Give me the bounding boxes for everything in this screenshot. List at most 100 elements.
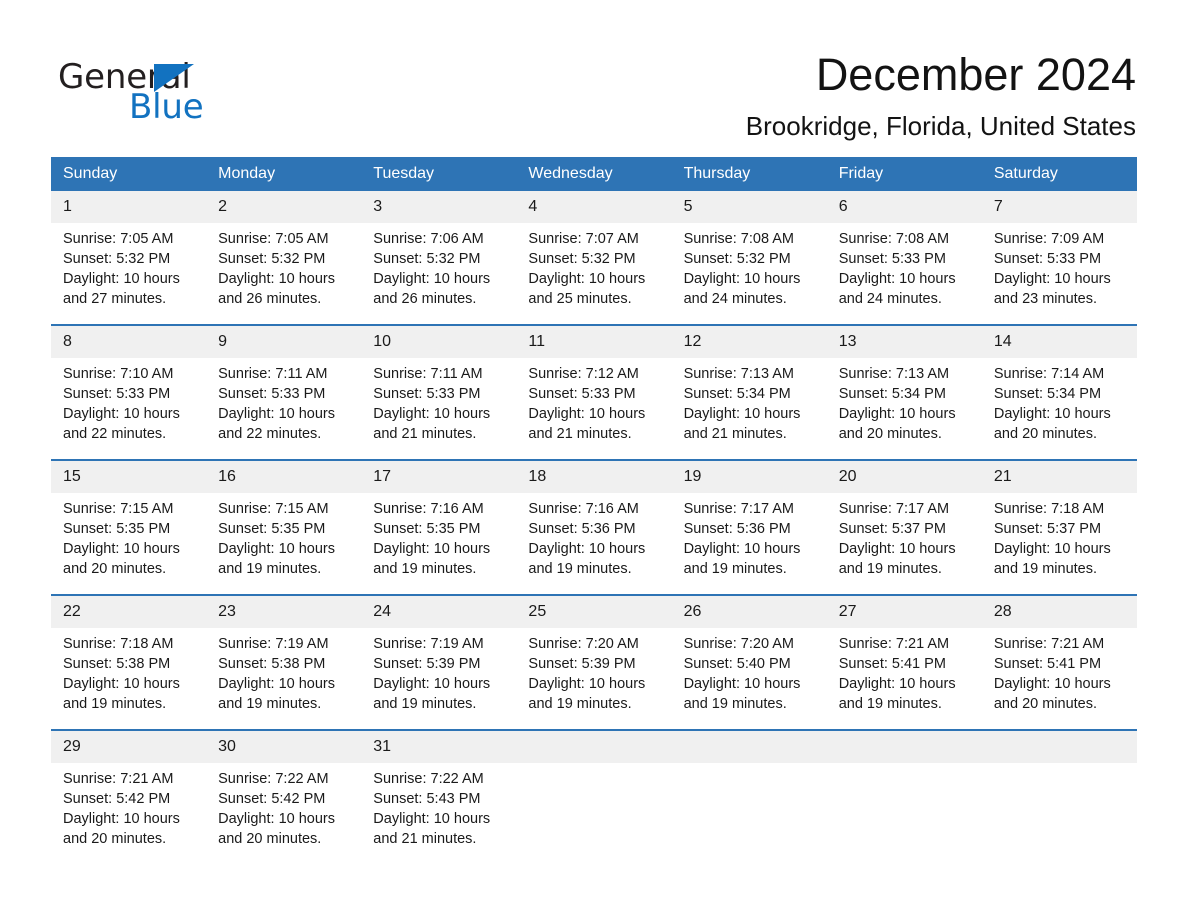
day-number: 21 (981, 461, 1137, 493)
calendar-day-cell[interactable]: 23 Sunrise: 7:19 AM Sunset: 5:38 PM Dayligh… (206, 594, 362, 730)
calendar-day-cell[interactable]: 16 Sunrise: 7:15 AM Sunset: 5:35 PM Dayligh… (206, 459, 362, 595)
sunset-text: Sunset: 5:35 PM (218, 521, 326, 537)
daylight-text: Daylight: 10 hours and 19 minutes. (683, 541, 801, 577)
calendar-day-cell[interactable]: 6 Sunrise: 7:08 AM Sunset: 5:33 PM Daylight… (826, 191, 982, 325)
day-number: 2 (206, 191, 362, 223)
sunset-text: Sunset: 5:33 PM (993, 251, 1102, 267)
sunrise-text: Sunrise: 7:09 AM (993, 231, 1105, 247)
sunrise-text: Sunrise: 7:05 AM (218, 231, 329, 247)
day-number: 19 (671, 461, 827, 493)
calendar-day-cell[interactable]: 5 Sunrise: 7:08 AM Sunset: 5:32 PM Daylight… (671, 191, 827, 325)
day-number: 26 (671, 596, 827, 628)
sunrise-text: Sunrise: 7:12 AM (528, 366, 639, 382)
daylight-text: Daylight: 10 hours and 19 minutes. (838, 676, 956, 712)
calendar-day-cell[interactable]: 22 Sunrise: 7:18 AM Sunset: 5:38 PM Dayligh… (51, 594, 207, 730)
page-header: General Blue December 2024 Brookridge, F… (0, 0, 1188, 152)
day-number (826, 731, 982, 763)
sunset-text: Sunset: 5:34 PM (993, 386, 1102, 402)
daylight-text: Daylight: 10 hours and 19 minutes. (528, 541, 646, 577)
weekday-header-wednesday: Wednesday (516, 157, 672, 191)
calendar-day-cell[interactable]: 7 Sunrise: 7:09 AM Sunset: 5:33 PM Daylight… (981, 191, 1137, 325)
sunset-text: Sunset: 5:41 PM (993, 656, 1102, 672)
calendar-day-cell[interactable]: 12 Sunrise: 7:13 AM Sunset: 5:34 PM Dayligh… (671, 324, 827, 460)
calendar-container: Sunday Monday Tuesday Wednesday Thursday… (51, 157, 1137, 847)
day-number: 10 (361, 326, 517, 358)
calendar-day-cell[interactable]: 21 Sunrise: 7:18 AM Sunset: 5:37 PM Dayligh… (981, 459, 1137, 595)
daylight-text: Daylight: 10 hours and 26 minutes. (373, 271, 491, 307)
calendar-day-cell[interactable]: 30 Sunrise: 7:22 AM Sunset: 5:42 PM Dayligh… (206, 729, 362, 847)
calendar-table: Sunday Monday Tuesday Wednesday Thursday… (51, 157, 1137, 847)
calendar-day-cell[interactable]: 31 Sunrise: 7:22 AM Sunset: 5:43 PM Dayligh… (361, 729, 517, 847)
page-title: December 2024 (815, 49, 1136, 100)
daylight-text: Daylight: 10 hours and 20 minutes. (218, 811, 336, 847)
calendar-day-cell[interactable]: 26 Sunrise: 7:20 AM Sunset: 5:40 PM Dayligh… (671, 594, 827, 730)
day-number: 14 (981, 326, 1137, 358)
day-number: 5 (671, 191, 827, 223)
daylight-text: Daylight: 10 hours and 21 minutes. (373, 811, 491, 847)
sunrise-text: Sunrise: 7:22 AM (373, 771, 484, 787)
weekday-header-saturday: Saturday (981, 157, 1137, 191)
daylight-text: Daylight: 10 hours and 26 minutes. (218, 271, 336, 307)
sunrise-text: Sunrise: 7:10 AM (63, 366, 174, 382)
calendar-day-cell[interactable]: 2 Sunrise: 7:05 AM Sunset: 5:32 PM Daylight… (206, 191, 362, 325)
day-number: 1 (51, 191, 207, 223)
daylight-text: Daylight: 10 hours and 22 minutes. (63, 406, 180, 442)
calendar-day-cell[interactable]: 10 Sunrise: 7:11 AM Sunset: 5:33 PM Dayligh… (361, 324, 517, 460)
daylight-text: Daylight: 10 hours and 20 minutes. (63, 541, 180, 577)
calendar-week-row: 22 Sunrise: 7:18 AM Sunset: 5:38 PM Dayligh… (51, 594, 1137, 730)
sunset-text: Sunset: 5:35 PM (373, 521, 481, 537)
sunset-text: Sunset: 5:33 PM (838, 251, 946, 267)
sunset-text: Sunset: 5:36 PM (528, 521, 636, 537)
calendar-day-cell[interactable]: 18 Sunrise: 7:16 AM Sunset: 5:36 PM Dayligh… (516, 459, 672, 595)
sunset-text: Sunset: 5:32 PM (373, 251, 481, 267)
calendar-week-row: 1 Sunrise: 7:05 AM Sunset: 5:32 PM Daylight… (51, 191, 1137, 325)
sunset-text: Sunset: 5:32 PM (63, 251, 171, 267)
daylight-text: Daylight: 10 hours and 21 minutes. (683, 406, 801, 442)
calendar-day-cell[interactable]: 20 Sunrise: 7:17 AM Sunset: 5:37 PM Dayligh… (826, 459, 982, 595)
day-number: 6 (826, 191, 982, 223)
calendar-day-cell[interactable]: 15 Sunrise: 7:15 AM Sunset: 5:35 PM Dayligh… (51, 459, 207, 595)
calendar-week-row: 29 Sunrise: 7:21 AM Sunset: 5:42 PM Dayligh… (51, 729, 1137, 847)
sunrise-text: Sunrise: 7:18 AM (63, 636, 174, 652)
day-number: 9 (206, 326, 362, 358)
calendar-day-cell[interactable]: 3 Sunrise: 7:06 AM Sunset: 5:32 PM Daylight… (361, 191, 517, 325)
sunrise-text: Sunrise: 7:14 AM (993, 366, 1105, 382)
calendar-day-cell[interactable]: 29 Sunrise: 7:21 AM Sunset: 5:42 PM Dayligh… (51, 729, 207, 847)
daylight-text: Daylight: 10 hours and 19 minutes. (993, 541, 1111, 577)
sunrise-text: Sunrise: 7:08 AM (838, 231, 950, 247)
calendar-day-cell[interactable]: 19 Sunrise: 7:17 AM Sunset: 5:36 PM Dayligh… (671, 459, 827, 595)
calendar-day-cell-empty (516, 729, 672, 846)
weekday-header-thursday: Thursday (671, 157, 827, 191)
sunrise-text: Sunrise: 7:15 AM (63, 501, 174, 517)
calendar-day-cell[interactable]: 9 Sunrise: 7:11 AM Sunset: 5:33 PM Daylight… (206, 324, 362, 460)
calendar-day-cell[interactable]: 25 Sunrise: 7:20 AM Sunset: 5:39 PM Dayligh… (516, 594, 672, 730)
calendar-day-cell[interactable]: 1 Sunrise: 7:05 AM Sunset: 5:32 PM Daylight… (51, 191, 207, 325)
sunset-text: Sunset: 5:32 PM (218, 251, 326, 267)
calendar-day-cell[interactable]: 13 Sunrise: 7:13 AM Sunset: 5:34 PM Dayligh… (826, 324, 982, 460)
sunset-text: Sunset: 5:34 PM (683, 386, 791, 402)
sunrise-text: Sunrise: 7:13 AM (683, 366, 794, 382)
sunrise-text: Sunrise: 7:19 AM (373, 636, 484, 652)
calendar-day-cell[interactable]: 14 Sunrise: 7:14 AM Sunset: 5:34 PM Dayligh… (981, 324, 1137, 460)
calendar-day-cell[interactable]: 17 Sunrise: 7:16 AM Sunset: 5:35 PM Dayligh… (361, 459, 517, 595)
sunrise-text: Sunrise: 7:15 AM (218, 501, 329, 517)
daylight-text: Daylight: 10 hours and 19 minutes. (373, 541, 491, 577)
weekday-header-monday: Monday (206, 157, 362, 191)
calendar-week-row: 8 Sunrise: 7:10 AM Sunset: 5:33 PM Daylight… (51, 324, 1137, 460)
calendar-day-cell[interactable]: 28 Sunrise: 7:21 AM Sunset: 5:41 PM Dayligh… (981, 594, 1137, 730)
title-block: December 2024 Brookridge, Florida, Unite… (746, 48, 1136, 142)
calendar-day-cell[interactable]: 8 Sunrise: 7:10 AM Sunset: 5:33 PM Daylight… (51, 324, 207, 460)
sunset-text: Sunset: 5:33 PM (528, 386, 636, 402)
calendar-day-cell[interactable]: 27 Sunrise: 7:21 AM Sunset: 5:41 PM Dayligh… (826, 594, 982, 730)
daylight-text: Daylight: 10 hours and 19 minutes. (838, 541, 956, 577)
calendar-day-cell[interactable]: 24 Sunrise: 7:19 AM Sunset: 5:39 PM Dayligh… (361, 594, 517, 730)
sunrise-text: Sunrise: 7:21 AM (838, 636, 950, 652)
day-number (981, 731, 1137, 763)
day-number: 8 (51, 326, 207, 358)
sunset-text: Sunset: 5:33 PM (63, 386, 171, 402)
sunset-text: Sunset: 5:35 PM (63, 521, 171, 537)
calendar-day-cell[interactable]: 4 Sunrise: 7:07 AM Sunset: 5:32 PM Daylight… (516, 191, 672, 325)
sunset-text: Sunset: 5:32 PM (683, 251, 791, 267)
calendar-week-row: 15 Sunrise: 7:15 AM Sunset: 5:35 PM Dayligh… (51, 459, 1137, 595)
calendar-day-cell[interactable]: 11 Sunrise: 7:12 AM Sunset: 5:33 PM Dayligh… (516, 324, 672, 460)
